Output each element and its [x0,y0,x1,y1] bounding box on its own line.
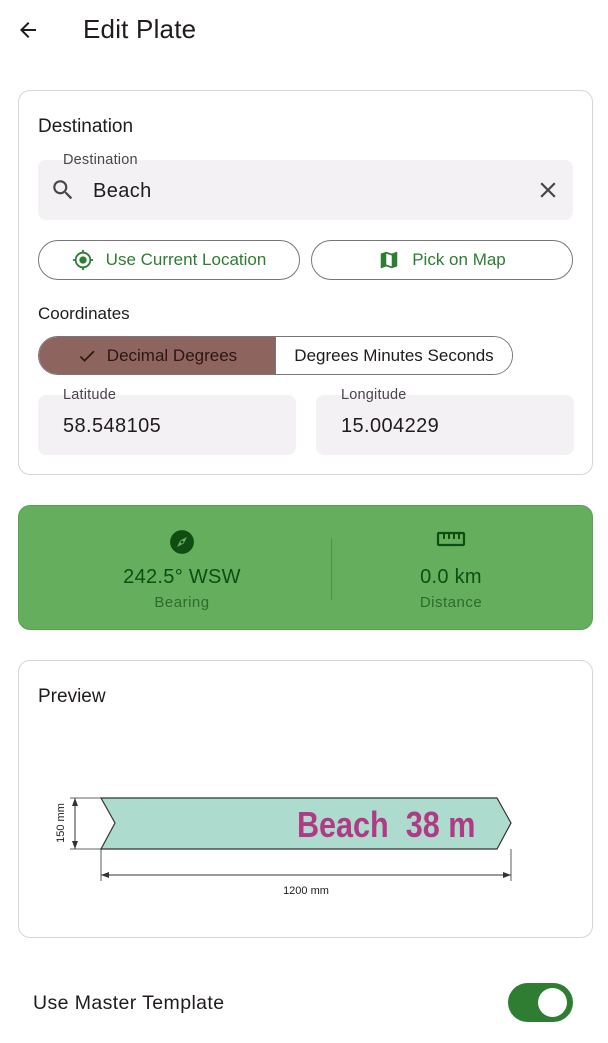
width-dimension-label: 1200 mm [283,885,329,897]
destination-field[interactable]: Destination Beach [38,152,573,220]
latitude-field[interactable]: Latitude 58.548105 [38,387,296,455]
segment-dms-label: Degrees Minutes Seconds [294,345,494,365]
segment-decimal-degrees-label: Decimal Degrees [106,345,238,365]
map-icon [380,251,398,269]
distance-stat: 0.0 km Distance [308,506,594,631]
destination-section-title: Destination [38,116,134,137]
coordinate-format-toggle: Decimal Degrees Degrees Minutes Seconds [38,336,513,375]
distance-value: 0.0 km [420,566,482,588]
longitude-value: 15.004229 [341,415,440,437]
destination-card: Destination Destination Beach Use Curren… [18,90,593,475]
plate-preview: Beach 38 m 150 mm 1200 mm [55,797,512,897]
page-title: Edit Plate [83,14,197,44]
ruler-icon [436,531,466,547]
destination-field-label: Destination [63,152,138,168]
plate-text: Beach 38 m [297,806,476,846]
longitude-label: Longitude [341,387,407,403]
check-icon [79,350,95,362]
app-bar: Edit Plate [0,0,608,64]
segment-degrees-minutes-seconds[interactable]: Degrees Minutes Seconds [276,337,512,374]
distance-label: Distance [419,594,483,611]
clear-icon[interactable] [535,177,561,203]
pick-on-map-label: Pick on Map [412,250,506,269]
bearing-value: 242.5° WSW [123,566,241,588]
search-icon [53,180,73,200]
latitude-value: 58.548105 [63,415,162,437]
use-current-location-label: Use Current Location [105,250,267,269]
master-template-row: Use Master Template [0,970,608,1036]
coordinates-section-title: Coordinates [38,304,130,323]
arrow-back-icon [20,22,36,38]
height-dimension-label: 150 mm [55,803,67,843]
bearing-label: Bearing [154,594,210,611]
switch-thumb [538,988,567,1017]
master-template-switch[interactable] [508,983,573,1022]
destination-field-value: Beach [93,180,152,202]
master-template-label: Use Master Template [33,992,225,1014]
latitude-label: Latitude [63,387,117,403]
use-current-location-button[interactable]: Use Current Location [38,240,300,280]
pick-on-map-button[interactable]: Pick on Map [311,240,573,280]
bearing-stat: 242.5° WSW Bearing [39,506,325,631]
compass-icon [170,530,194,554]
preview-card: Preview Beach 38 m 150 mm 1200 mm [18,660,593,938]
my-location-icon [72,249,93,271]
back-button[interactable] [10,12,46,48]
longitude-field[interactable]: Longitude 15.004229 [316,387,574,455]
segment-decimal-degrees[interactable]: Decimal Degrees [39,337,276,374]
bearing-distance-card: 242.5° WSW Bearing 0.0 km Distance [18,505,593,630]
